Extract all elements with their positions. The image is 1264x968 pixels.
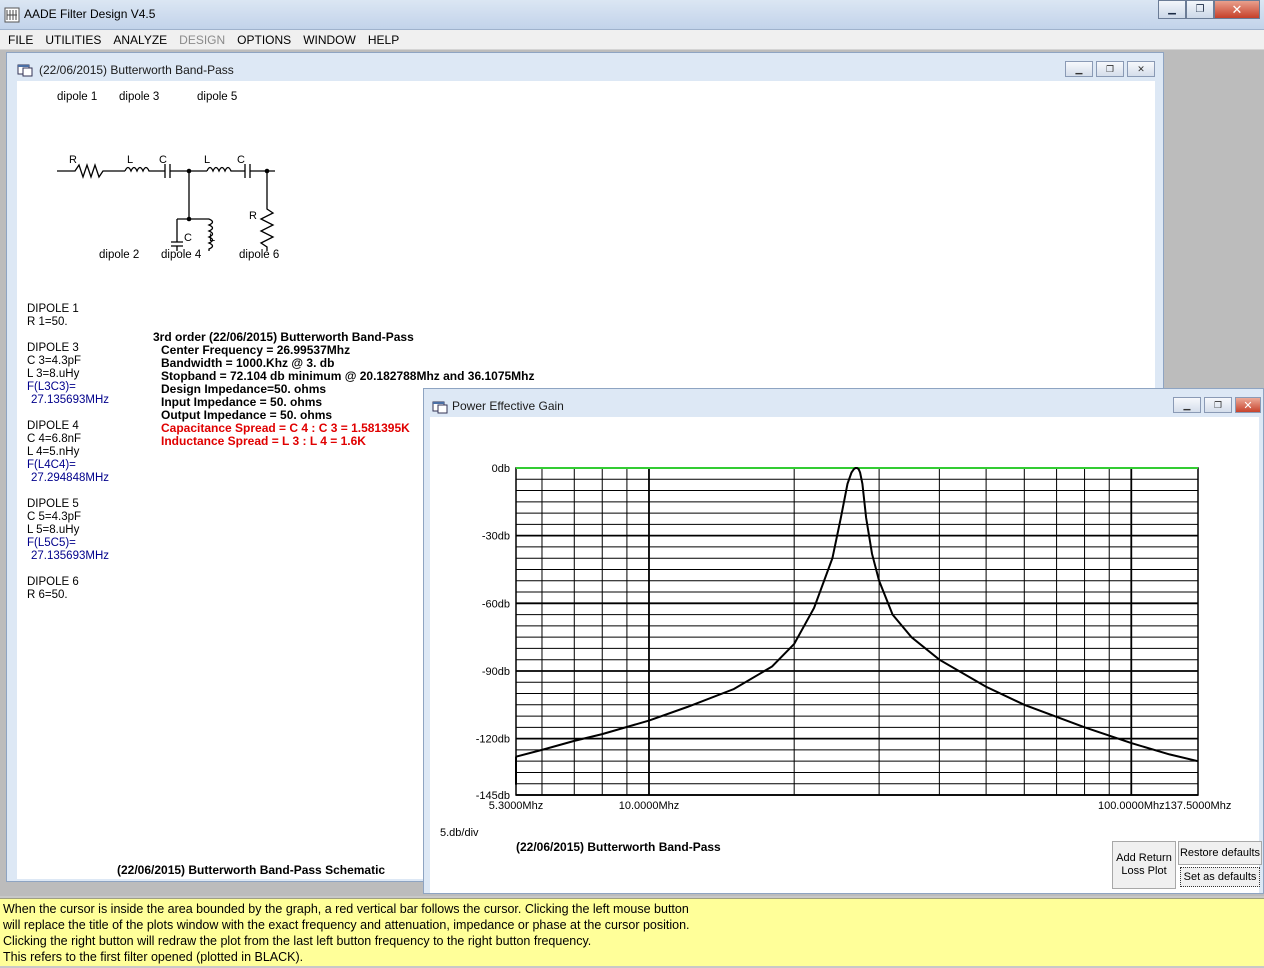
dipole-heading: DIPOLE 3	[27, 342, 79, 354]
x-tick-label: 10.0000Mhz	[619, 800, 680, 812]
dipole-heading: DIPOLE 1	[27, 303, 79, 315]
schematic-window-title: (22/06/2015) Butterworth Band-Pass	[39, 63, 234, 77]
circuit-diagram: R L C L C C L R	[57, 154, 275, 251]
app-title-bar[interactable]: AADE Filter Design V4.5 ▁ ❐ ✕	[0, 0, 1264, 30]
symbol-r: R	[249, 210, 257, 222]
y-tick-label: -120db	[476, 734, 510, 746]
dipole-4-info: DIPOLE 4 C 4=6.8nF L 4=5.nHy F(L4C4)= 27…	[27, 420, 109, 485]
y-tick-label: -30db	[482, 531, 510, 543]
plot-caption: (22/06/2015) Butterworth Band-Pass	[516, 840, 721, 854]
close-button[interactable]: ✕	[1214, 0, 1260, 19]
symbol-l: L	[127, 154, 133, 166]
help-line: Clicking the right button will redraw th…	[3, 934, 592, 948]
dipole-heading: DIPOLE 4	[27, 420, 79, 432]
dipole-heading: DIPOLE 6	[27, 576, 79, 588]
component-value: C 5=4.3pF	[27, 511, 82, 523]
component-value: L 5=8.uHy	[27, 524, 80, 536]
symbol-l: L	[209, 232, 215, 244]
spec-bandwidth: Bandwidth = 1000.Khz @ 3. db	[161, 356, 335, 370]
maximize-button[interactable]: ❐	[1186, 0, 1214, 19]
window-icon	[432, 401, 448, 414]
close-icon: ✕	[1137, 63, 1145, 74]
menu-design[interactable]: DESIGN	[173, 30, 231, 49]
component-value: R 6=50.	[27, 589, 68, 601]
plot-restore-button[interactable]: ❐	[1204, 397, 1232, 413]
symbol-c: C	[159, 154, 167, 166]
y-tick-label: -60db	[482, 598, 510, 610]
x-tick-label: 5.3000Mhz	[489, 800, 543, 812]
resonance-value: 27.294848MHz	[31, 472, 109, 484]
schematic-minimize-button[interactable]: ▁	[1065, 61, 1093, 77]
minimize-icon: ▁	[1168, 4, 1176, 15]
restore-icon: ❐	[1213, 399, 1223, 410]
help-line: When the cursor is inside the area bound…	[3, 902, 689, 916]
schematic-close-button[interactable]: ✕	[1127, 61, 1155, 77]
app-icon	[4, 7, 20, 23]
dipole-6-info: DIPOLE 6 R 6=50.	[27, 576, 79, 602]
resonance-label: F(L5C5)=	[27, 537, 76, 549]
plot-window-title: Power Effective Gain	[452, 399, 564, 413]
x-tick-label: 100.0000Mhz	[1098, 800, 1165, 812]
resonance-value: 27.135693MHz	[31, 550, 109, 562]
menu-analyze[interactable]: ANALYZE	[107, 30, 173, 49]
resonance-value: 27.135693MHz	[31, 394, 109, 406]
gain-chart[interactable]: 0db-30db-60db-90db-120db-145db5.3000Mhz 1…	[430, 417, 1259, 837]
minimize-icon: ▁	[1075, 63, 1083, 74]
component-value: C 3=4.3pF	[27, 355, 82, 367]
add-return-loss-plot-button[interactable]: Add Return Loss Plot	[1112, 841, 1176, 889]
x-tick-label: 137.5000Mhz	[1165, 800, 1232, 812]
component-value: C 4=6.8nF	[27, 433, 82, 445]
help-line: This refers to the first filter opened (…	[3, 950, 304, 964]
minimize-button[interactable]: ▁	[1158, 0, 1186, 19]
y-tick-label: -90db	[482, 666, 510, 678]
minimize-icon: ▁	[1183, 399, 1191, 410]
plot-window[interactable]: Power Effective Gain ▁ ❐ ✕ 0db -30db -60db…	[423, 388, 1264, 894]
menu-bar: FILE UTILITIES ANALYZE DESIGN OPTIONS WI…	[0, 30, 1264, 50]
component-value: L 3=8.uHy	[27, 368, 80, 380]
menu-utilities[interactable]: UTILITIES	[39, 30, 107, 49]
dipole-heading: DIPOLE 5	[27, 498, 79, 510]
restore-icon: ❐	[1105, 63, 1115, 74]
resonance-label: F(L4C4)=	[27, 459, 76, 471]
symbol-c: C	[237, 154, 245, 166]
restore-icon: ❐	[1195, 4, 1205, 15]
symbol-r: R	[69, 154, 77, 166]
menu-window[interactable]: WINDOW	[297, 30, 362, 49]
plot-frame	[515, 467, 1199, 796]
dipole-1-info: DIPOLE 1 R 1=50.	[27, 303, 79, 329]
schematic-restore-button[interactable]: ❐	[1096, 61, 1124, 77]
component-value: R 1=50.	[27, 316, 68, 328]
menu-help[interactable]: HELP	[362, 30, 405, 49]
help-status-bar: When the cursor is inside the area bound…	[0, 898, 1264, 966]
close-icon: ✕	[1243, 399, 1253, 412]
plot-close-button[interactable]: ✕	[1235, 397, 1261, 413]
plot-canvas[interactable]: 0db -30db -60db -90db -120db -145db 5.3000Mhz 1…	[430, 417, 1262, 893]
plot-minimize-button[interactable]: ▁	[1173, 397, 1201, 413]
resonance-label: F(L3C3)=	[27, 381, 76, 393]
symbol-c: C	[184, 232, 192, 244]
menu-options[interactable]: OPTIONS	[231, 30, 297, 49]
app-title: AADE Filter Design V4.5	[24, 7, 156, 21]
help-line: will replace the title of the plots wind…	[3, 918, 690, 932]
dipole-3-info: DIPOLE 3 C 3=4.3pF L 3=8.uHy F(L3C3)= 27…	[27, 342, 109, 407]
dipole-5-info: DIPOLE 5 C 5=4.3pF L 5=8.uHy F(L5C5)= 27…	[27, 498, 109, 563]
y-tick-label: 0db	[492, 463, 510, 475]
scale-label: 5.db/div	[440, 827, 479, 839]
window-icon	[17, 64, 33, 77]
close-icon: ✕	[1231, 1, 1243, 17]
symbol-l: L	[204, 154, 210, 166]
set-as-defaults-button[interactable]: Set as defaults	[1180, 867, 1260, 887]
schematic-caption: (22/06/2015) Butterworth Band-Pass Schem…	[117, 863, 386, 877]
restore-defaults-button[interactable]: Restore defaults	[1178, 841, 1262, 865]
menu-file[interactable]: FILE	[2, 30, 39, 49]
component-value: L 4=5.nHy	[27, 446, 80, 458]
